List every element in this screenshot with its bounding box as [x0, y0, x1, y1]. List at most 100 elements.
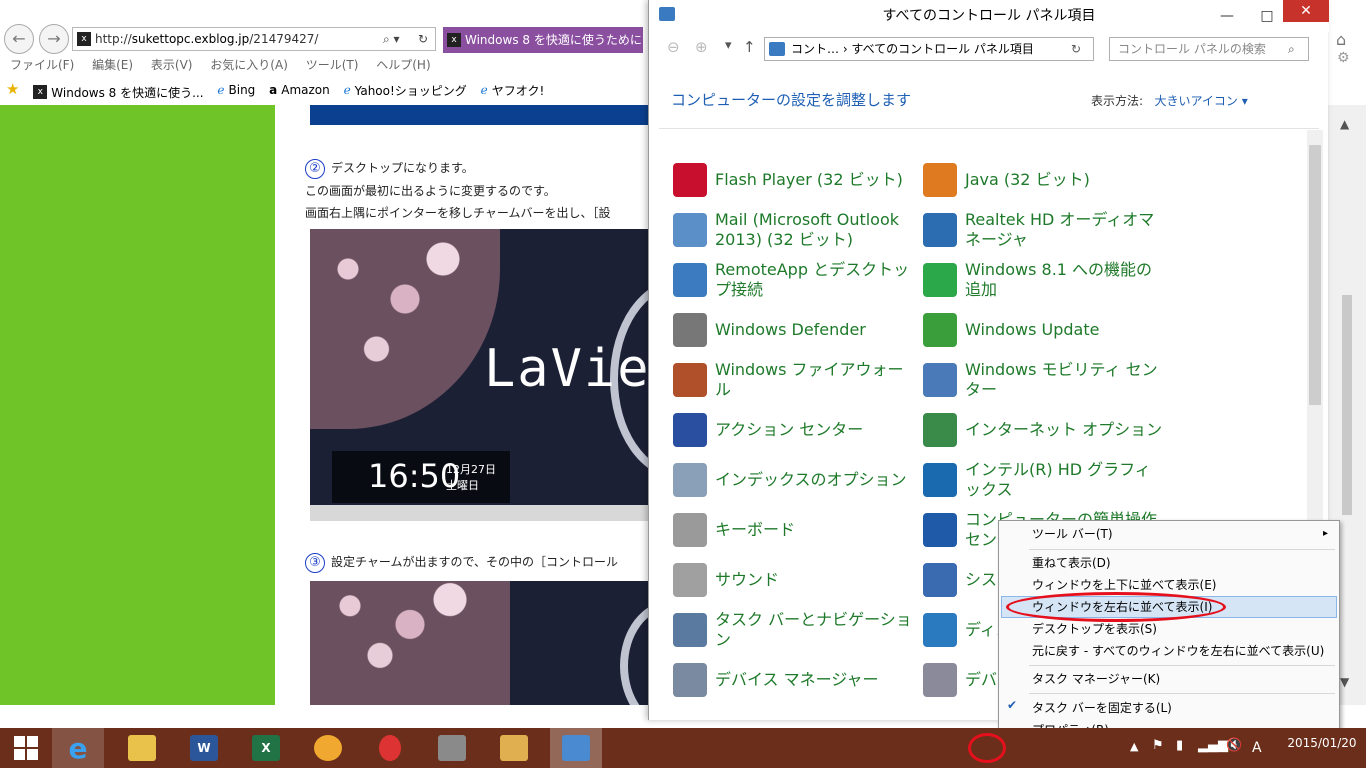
cp-item-icon: [923, 163, 957, 197]
favorite-item-blog[interactable]: x Windows 8 を快適に使う...: [33, 84, 204, 101]
cp-item[interactable]: Windows Update: [923, 308, 1163, 352]
clock-day: 土曜日: [446, 479, 479, 492]
start-button[interactable]: [0, 728, 52, 768]
back-arrow-icon[interactable]: ⊖: [667, 38, 680, 56]
recent-locations-icon[interactable]: ▾: [725, 38, 732, 53]
favorite-item-yahoo-auction[interactable]: ℯ ヤフオク!: [481, 82, 545, 99]
up-arrow-icon[interactable]: ↑: [743, 38, 756, 56]
step-3-heading: ③ 設定チャームが出ますので、その中の［コントロール: [305, 551, 618, 573]
maximize-icon[interactable]: □: [1254, 0, 1280, 32]
refresh-icon[interactable]: ↻: [418, 28, 428, 50]
breadcrumb[interactable]: コント… › すべてのコントロール パネル項目 ↻: [764, 37, 1094, 61]
window-title-bar: すべてのコントロール パネル項目 — □ ✕: [649, 0, 1329, 32]
menu-view[interactable]: 表示(V): [151, 58, 193, 72]
menu-item-lock-taskbar[interactable]: タスク バーを固定する(L): [1032, 698, 1172, 718]
menu-item-undo[interactable]: 元に戻す - すべてのウィンドウを左右に並べて表示(U): [1032, 641, 1324, 661]
taskbar-firewall[interactable]: [426, 728, 478, 768]
taskbar-snipping-tool[interactable]: [364, 728, 416, 768]
scroll-thumb[interactable]: [1342, 295, 1352, 515]
cp-item-icon: [673, 263, 707, 297]
close-icon[interactable]: ✕: [1283, 0, 1329, 22]
forward-arrow-icon[interactable]: ⊕: [695, 38, 708, 56]
cp-item[interactable]: デバイス マネージャー: [673, 658, 913, 702]
favorites-star-icon[interactable]: ★: [6, 80, 19, 98]
taskbar-internet-explorer[interactable]: e: [52, 728, 104, 768]
favorite-label: Yahoo!ショッピング: [354, 83, 467, 98]
folder-icon: [128, 735, 156, 761]
minimize-icon[interactable]: —: [1214, 0, 1240, 32]
menu-separator: [1029, 549, 1335, 550]
word-icon: W: [190, 735, 218, 761]
refresh-icon[interactable]: ↻: [1071, 38, 1081, 60]
scroll-up-icon[interactable]: ▲: [1340, 117, 1349, 131]
cp-item[interactable]: Windows Defender: [673, 308, 913, 352]
scroll-down-icon[interactable]: ▼: [1340, 675, 1349, 689]
cp-item[interactable]: Flash Player (32 ビット): [673, 158, 913, 202]
gear-icon[interactable]: ⚙: [1337, 50, 1350, 66]
battery-icon[interactable]: ▮: [1176, 738, 1183, 753]
cp-item-icon: [923, 563, 957, 597]
cp-item[interactable]: Java (32 ビット): [923, 158, 1163, 202]
scroll-thumb[interactable]: [1309, 145, 1321, 405]
clock-date: 12月27日: [446, 463, 496, 476]
cherry-blossom-image: [310, 229, 500, 429]
menu-item-task-manager[interactable]: タスク マネージャー(K): [1032, 669, 1160, 689]
network-icon[interactable]: ▂▄▆: [1198, 738, 1228, 753]
address-bar[interactable]: x http://sukettopc.exblog.jp/21479427/ ⌕…: [72, 27, 436, 51]
browser-tab-active[interactable]: x Windows 8 を快適に使うために...: [443, 27, 643, 53]
forward-arrow-icon[interactable]: →: [39, 24, 69, 54]
cp-item[interactable]: インテル(R) HD グラフィックス: [923, 458, 1163, 502]
favorite-item-bing[interactable]: ℯ Bing: [217, 83, 255, 97]
step-number: ②: [305, 159, 325, 179]
menu-tools[interactable]: ツール(T): [306, 58, 359, 72]
taskbar-file-explorer[interactable]: [116, 728, 168, 768]
view-by-dropdown[interactable]: 大きいアイコン ▾: [1155, 94, 1248, 108]
menu-edit[interactable]: 編集(E): [92, 58, 133, 72]
cp-item[interactable]: キーボード: [673, 508, 913, 552]
menu-item-show-desktop[interactable]: デスクトップを表示(S): [1032, 619, 1157, 639]
tab-title: Windows 8 を快適に使うために...: [465, 33, 643, 47]
volume-muted-icon[interactable]: 🔇: [1226, 738, 1242, 753]
cp-item[interactable]: Windows 8.1 への機能の追加: [923, 258, 1163, 302]
taskbar-paint[interactable]: [302, 728, 354, 768]
search-input[interactable]: コントロール パネルの検索 ⌕: [1109, 37, 1309, 61]
favorite-item-yahoo-shopping[interactable]: ℯ Yahoo!ショッピング: [344, 82, 467, 99]
cp-item[interactable]: タスク バーとナビゲーション: [673, 608, 913, 652]
cp-item[interactable]: Windows ファイアウォール: [673, 358, 913, 402]
taskbar-clock[interactable]: 2015/01/20: [1278, 736, 1366, 750]
cp-item[interactable]: Mail (Microsoft Outlook 2013) (32 ビット): [673, 208, 913, 252]
cp-item-icon: [923, 263, 957, 297]
cp-item-label: Windows Defender: [715, 320, 866, 339]
taskbar-outlook[interactable]: [488, 728, 540, 768]
back-arrow-icon[interactable]: ←: [4, 24, 34, 54]
menu-file[interactable]: ファイル(F): [10, 58, 74, 72]
search-icon[interactable]: ⌕ ▾: [383, 28, 400, 50]
taskbar-word[interactable]: W: [178, 728, 230, 768]
internet-explorer-icon: e: [68, 731, 88, 765]
menu-help[interactable]: ヘルプ(H): [376, 58, 430, 72]
taskbar-excel[interactable]: X: [240, 728, 292, 768]
show-hidden-icons-icon[interactable]: ▲: [1130, 740, 1138, 753]
taskbar-control-panel[interactable]: [550, 728, 602, 768]
cp-item[interactable]: Realtek HD オーディオマネージャ: [923, 208, 1163, 252]
favorite-label: Bing: [228, 83, 256, 97]
blog-article: ② デスクトップになります。 この画面が最初に出るように変更するのです。 画面右上…: [275, 105, 648, 705]
cp-item-icon: [923, 513, 957, 547]
cp-item[interactable]: インターネット オプション: [923, 408, 1163, 452]
flag-icon[interactable]: ⚑: [1152, 738, 1164, 753]
cp-item[interactable]: Windows モビリティ センター: [923, 358, 1163, 402]
url-prefix: http://: [95, 32, 132, 46]
cp-item[interactable]: サウンド: [673, 558, 913, 602]
cp-item[interactable]: インデックスのオプション: [673, 458, 913, 502]
cp-item-label: Realtek HD オーディオマネージャ: [965, 210, 1155, 249]
home-icon[interactable]: ⌂: [1336, 30, 1346, 49]
search-placeholder: コントロール パネルの検索: [1118, 42, 1266, 56]
ime-indicator[interactable]: A: [1252, 740, 1262, 756]
brick-wall-icon: [438, 735, 466, 761]
menu-item-cascade[interactable]: 重ねて表示(D): [1032, 553, 1111, 573]
menu-favorites[interactable]: お気に入り(A): [210, 58, 288, 72]
cp-item[interactable]: アクション センター: [673, 408, 913, 452]
menu-item-toolbars[interactable]: ツール バー(T): [1032, 524, 1113, 544]
cp-item[interactable]: RemoteApp とデスクトップ接続: [673, 258, 913, 302]
favorite-item-amazon[interactable]: a Amazon: [269, 83, 330, 97]
